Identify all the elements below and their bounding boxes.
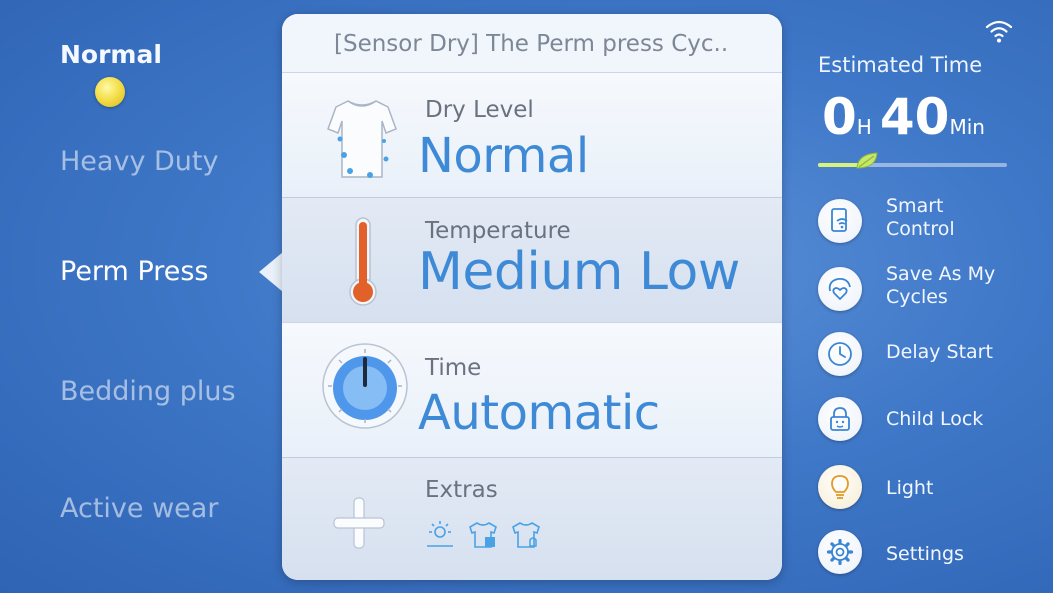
leaf-icon: [856, 152, 878, 169]
panel-title: [Sensor Dry] The Perm press Cyc..: [282, 14, 782, 72]
cycle-bedding-plus[interactable]: Bedding plus: [60, 376, 236, 407]
time-label: Time: [425, 355, 482, 381]
dry-level-value: Normal: [418, 128, 589, 184]
bulb-icon: [831, 475, 849, 499]
cycle-settings-panel: [Sensor Dry] The Perm press Cyc.. Dry Le…: [282, 14, 782, 580]
delay-start-label: Delay Start: [886, 341, 993, 363]
temperature-label: Temperature: [425, 218, 571, 244]
extras-row[interactable]: Extras: [282, 457, 782, 580]
save-as-my-cycles-button[interactable]: Save As My Cycles: [818, 263, 1038, 316]
plus-icon: [333, 497, 385, 549]
hours-unit: H: [856, 115, 872, 139]
extras-icons: [424, 520, 542, 554]
estimated-time-label: Estimated Time: [818, 53, 983, 77]
settings-button[interactable]: Settings: [818, 530, 1038, 582]
shirt-icon: [327, 100, 397, 178]
light-button[interactable]: Light: [818, 465, 1038, 517]
child-lock-label: Child Lock: [886, 408, 984, 430]
estimated-time-value: 0H 40Min: [822, 88, 993, 146]
clock-icon: [828, 342, 852, 366]
child-lock-button[interactable]: Child Lock: [818, 397, 1038, 449]
save-heart-icon: [828, 278, 851, 301]
dry-level-row[interactable]: Dry Level Normal: [282, 72, 782, 198]
minutes-value: 40: [879, 88, 950, 146]
wifi-icon: [985, 20, 1013, 43]
smart-control-button[interactable]: Smart Control: [818, 195, 1038, 248]
light-label: Light: [886, 477, 934, 499]
temperature-value: Medium Low: [418, 242, 740, 302]
current-cycle-indicator: [95, 77, 125, 107]
time-progress-bar: [818, 163, 1007, 167]
shirt-dry-icon: [469, 522, 498, 548]
shirt-alarm-icon: [512, 522, 541, 548]
smart-control-label: Smart Control: [886, 195, 955, 240]
cycle-heavy-duty[interactable]: Heavy Duty: [60, 146, 218, 177]
cycle-perm-press[interactable]: Perm Press: [60, 256, 209, 287]
minutes-unit: Min: [949, 115, 985, 139]
extras-label: Extras: [425, 477, 498, 503]
delay-start-button[interactable]: Delay Start: [818, 332, 1038, 384]
selection-pointer-icon: [259, 252, 283, 292]
gear-icon: [826, 538, 854, 566]
settings-label: Settings: [886, 543, 964, 565]
thermometer-icon: [349, 217, 377, 306]
lock-icon: [830, 407, 850, 431]
smart-control-icon: [831, 208, 848, 232]
cycle-list: Normal Heavy Duty Perm Press Bedding plu…: [0, 0, 283, 593]
cycle-active-wear[interactable]: Active wear: [60, 493, 218, 524]
temperature-row[interactable]: Temperature Medium Low: [282, 197, 782, 323]
wrinkle-prevent-icon: [427, 521, 453, 547]
save-as-my-cycles-label: Save As My Cycles: [886, 263, 996, 308]
cycle-normal[interactable]: Normal: [60, 40, 162, 69]
hours-value: 0: [822, 88, 857, 146]
time-value: Automatic: [418, 385, 660, 441]
dry-level-label: Dry Level: [425, 97, 534, 123]
time-row[interactable]: Time Automatic: [282, 322, 782, 458]
timer-dial-icon: [322, 343, 408, 429]
